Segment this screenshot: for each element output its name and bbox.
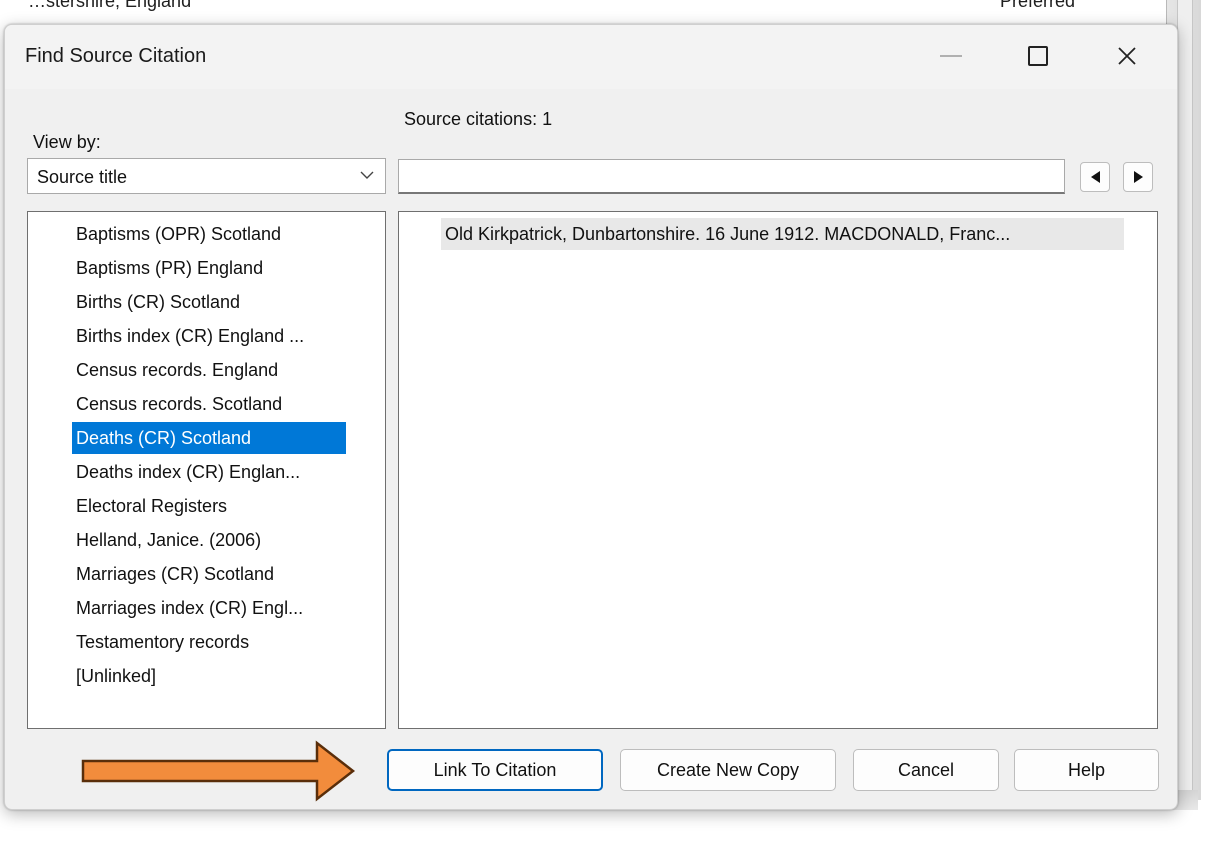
find-source-citation-dialog: Find Source Citation View by: Source cit… xyxy=(4,24,1178,810)
source-list-item[interactable]: Births index (CR) England ... xyxy=(72,320,346,352)
source-list-item[interactable]: Helland, Janice. (2006) xyxy=(72,524,346,556)
citation-search-input[interactable] xyxy=(398,159,1065,194)
source-list-item[interactable]: Census records. England xyxy=(72,354,346,386)
source-list-item[interactable]: Marriages index (CR) Engl... xyxy=(72,592,346,624)
title-bar: Find Source Citation xyxy=(5,25,1177,89)
citation-list[interactable]: Old Kirkpatrick, Dunbartonshire. 16 June… xyxy=(398,211,1158,729)
background-window-row: …stershire, England Preferred xyxy=(20,0,1180,22)
maximize-icon xyxy=(1028,46,1048,66)
source-list-item[interactable]: Marriages (CR) Scotland xyxy=(72,558,346,590)
background-row-text: …stershire, England xyxy=(28,0,192,11)
source-list[interactable]: Baptisms (OPR) Scotland Baptisms (PR) En… xyxy=(27,211,386,729)
source-list-item[interactable]: Births (CR) Scotland xyxy=(72,286,346,318)
link-to-citation-button[interactable]: Link To Citation xyxy=(387,749,603,791)
annotation-arrow-icon xyxy=(81,740,356,802)
help-button[interactable]: Help xyxy=(1014,749,1159,791)
citation-list-item[interactable]: Old Kirkpatrick, Dunbartonshire. 16 June… xyxy=(441,218,1124,250)
view-by-selected-value: Source title xyxy=(37,167,128,187)
source-citations-count: Source citations: 1 xyxy=(404,109,553,129)
source-list-item[interactable]: Electoral Registers xyxy=(72,490,346,522)
previous-button[interactable] xyxy=(1080,162,1110,192)
view-by-label: View by: xyxy=(33,132,101,152)
source-list-item[interactable]: Deaths index (CR) Englan... xyxy=(72,456,346,488)
close-icon xyxy=(1118,47,1136,65)
maximize-button[interactable] xyxy=(1008,33,1068,79)
background-scroll-track xyxy=(1177,0,1193,790)
source-list-item[interactable]: Census records. Scotland xyxy=(72,388,346,420)
create-new-copy-button[interactable]: Create New Copy xyxy=(620,749,836,791)
chevron-down-icon xyxy=(360,171,374,179)
source-list-item[interactable]: Baptisms (OPR) Scotland xyxy=(72,218,346,250)
source-list-item[interactable]: [Unlinked] xyxy=(72,660,346,692)
cancel-button[interactable]: Cancel xyxy=(853,749,999,791)
dialog-title: Find Source Citation xyxy=(25,45,207,67)
triangle-right-icon xyxy=(1133,171,1143,183)
close-button[interactable] xyxy=(1097,33,1157,79)
minimize-icon xyxy=(940,55,962,57)
view-by-dropdown[interactable]: Source title xyxy=(27,158,386,194)
minimize-button[interactable] xyxy=(921,33,981,79)
next-button[interactable] xyxy=(1123,162,1153,192)
source-list-item[interactable]: Testamentory records xyxy=(72,626,346,658)
triangle-left-icon xyxy=(1090,171,1100,183)
source-list-item[interactable]: Baptisms (PR) England xyxy=(72,252,346,284)
source-list-item-selected[interactable]: Deaths (CR) Scotland xyxy=(72,422,346,454)
background-row-status: Preferred xyxy=(1000,0,1076,11)
